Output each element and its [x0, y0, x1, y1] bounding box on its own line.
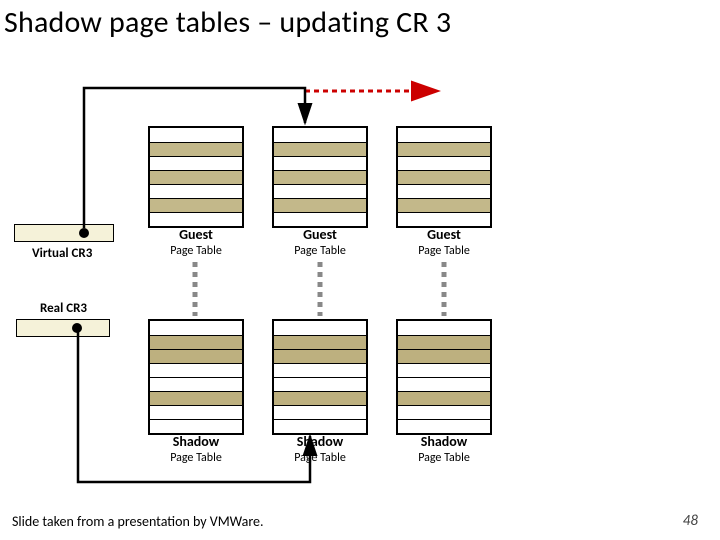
- guest-page-table-3: Guest Page Table: [396, 126, 492, 228]
- guest-caption-3: Guest Page Table: [396, 228, 492, 257]
- guest-page-table-1: Guest Page Table: [148, 126, 244, 228]
- slide-title: Shadow page tables – updating CR 3: [4, 4, 451, 41]
- shadow-page-table-3: Shadow Page Table: [396, 319, 492, 435]
- virtual-cr3-dot: [79, 228, 89, 238]
- guest-page-table-2: Guest Page Table: [272, 126, 368, 228]
- attribution-text: Slide taken from a presentation by VMWar…: [12, 513, 264, 530]
- real-cr3-label: Real CR3: [40, 301, 87, 316]
- shadow-caption-2: Shadow Page Table: [272, 435, 368, 464]
- shadow-caption-1: Shadow Page Table: [148, 435, 244, 464]
- real-cr3-register: [16, 319, 110, 337]
- shadow-caption-3: Shadow Page Table: [396, 435, 492, 464]
- guest-caption-2: Guest Page Table: [272, 228, 368, 257]
- guest-caption-1: Guest Page Table: [148, 228, 244, 257]
- virtual-cr3-register: [14, 224, 114, 242]
- shadow-page-table-1: Shadow Page Table: [148, 319, 244, 435]
- real-cr3-dot: [72, 323, 82, 333]
- shadow-page-table-2: Shadow Page Table: [272, 319, 368, 435]
- virtual-cr3-label: Virtual CR3: [32, 246, 92, 261]
- page-number: 48: [683, 512, 698, 530]
